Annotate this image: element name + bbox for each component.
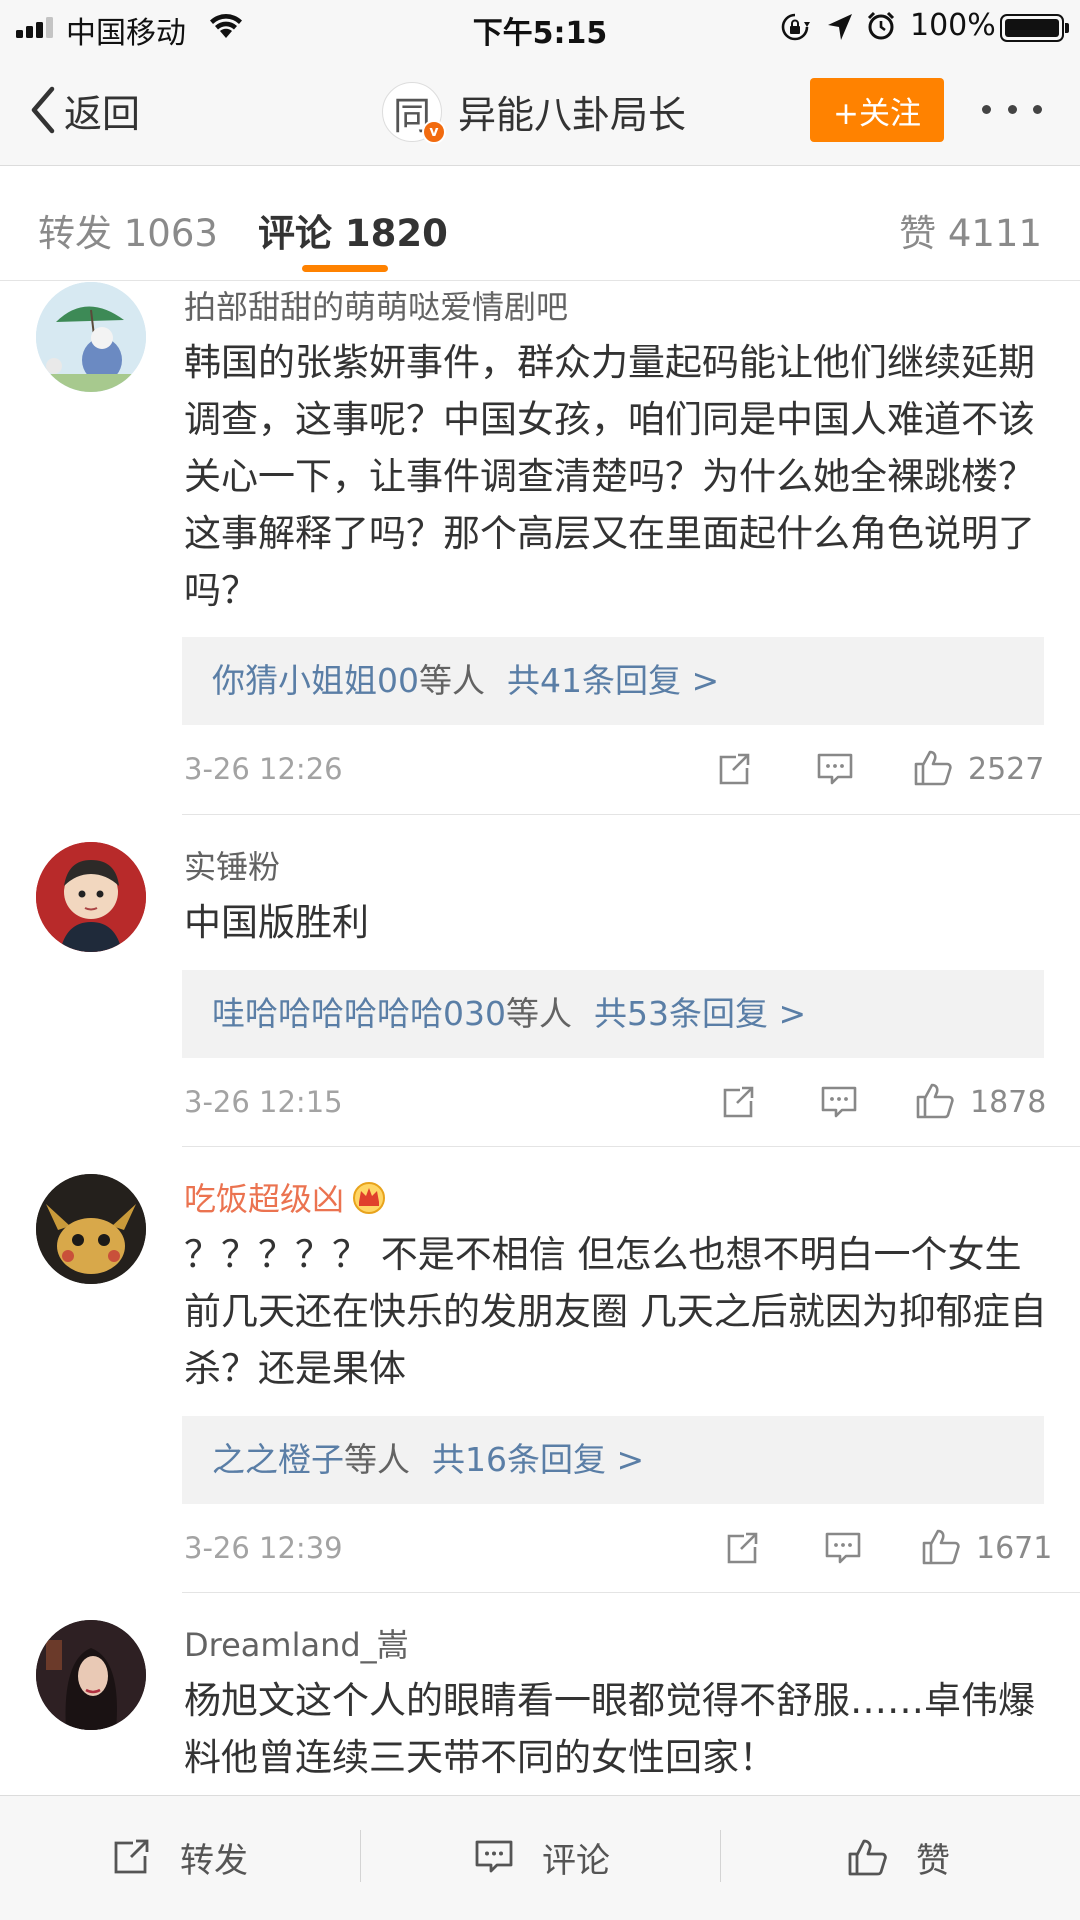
- tab-repost[interactable]: 转发 1063: [38, 203, 218, 257]
- avatar[interactable]: [36, 1174, 146, 1284]
- divider: [720, 1830, 721, 1882]
- account-name[interactable]: 异能八卦局长: [458, 84, 686, 139]
- share-icon[interactable]: [718, 1081, 760, 1123]
- comment-text: 中国版胜利: [184, 901, 369, 944]
- battery-icon: [1000, 14, 1069, 42]
- comment-icon[interactable]: [822, 1527, 864, 1569]
- avatar[interactable]: [36, 1620, 146, 1730]
- comment-icon[interactable]: [818, 1081, 860, 1123]
- comment-username[interactable]: 吃饭超级凶: [184, 1174, 388, 1220]
- like-icon[interactable]: [920, 1525, 962, 1567]
- share-icon[interactable]: [722, 1527, 764, 1569]
- verified-badge-icon: v: [422, 120, 446, 144]
- avatar-image: [36, 282, 146, 392]
- comment-username[interactable]: 拍部甜甜的萌萌哒爱情剧吧: [184, 282, 568, 328]
- like-count: 2527: [968, 752, 1045, 787]
- comment-time: 3-26 12:26: [184, 752, 343, 786]
- share-icon[interactable]: [714, 748, 756, 790]
- alarm-icon: [867, 11, 895, 40]
- location-icon: [828, 14, 852, 40]
- avatar-image: [36, 1174, 146, 1284]
- status-bar: 中国移动 下午5:15 100%: [0, 0, 1080, 54]
- follow-button[interactable]: +关注: [810, 78, 944, 142]
- avatar[interactable]: [36, 842, 146, 952]
- nav-bar: 返回 同 v 异能八卦局长 +关注: [0, 54, 1080, 166]
- comment-label: 评论: [542, 1840, 610, 1881]
- more-icon[interactable]: [982, 94, 1042, 124]
- comment-text: 韩国的张紫妍事件，群众力量起码能让他们继续延期调查，这事呢？中国女孩，咱们同是中…: [184, 341, 1035, 612]
- like-button[interactable]: 赞: [846, 1796, 950, 1918]
- back-label: 返回: [64, 91, 141, 136]
- replies-summary[interactable]: 之之橙子等人 共16条回复 >: [182, 1416, 1044, 1504]
- divider: [360, 1830, 361, 1882]
- like-icon[interactable]: [914, 1079, 956, 1121]
- like-count: 1878: [970, 1085, 1047, 1120]
- comment-username[interactable]: Dreamland_嵩: [184, 1620, 409, 1666]
- comment-time: 3-26 12:39: [184, 1531, 343, 1565]
- divider: [182, 1592, 1080, 1593]
- avatar[interactable]: [36, 282, 146, 392]
- like-count: 1671: [976, 1531, 1053, 1566]
- replies-summary[interactable]: 哇哈哈哈哈哈哈030等人 共53条回复 >: [182, 970, 1044, 1058]
- like-label: 赞: [916, 1840, 950, 1881]
- avatar-image: [36, 842, 146, 952]
- repost-button[interactable]: 转发: [110, 1796, 248, 1918]
- comment-button[interactable]: 评论: [472, 1796, 610, 1918]
- divider: [182, 1146, 1080, 1147]
- comment-username[interactable]: 实锤粉: [184, 842, 280, 888]
- back-button[interactable]: 返回: [26, 80, 140, 140]
- share-icon: [114, 1839, 149, 1874]
- comment-icon[interactable]: [814, 748, 856, 790]
- comment-time: 3-26 12:15: [184, 1085, 343, 1119]
- tab-bar: 转发 1063 评论 1820 赞 4111: [0, 167, 1080, 281]
- comment-icon: [475, 1840, 513, 1873]
- replies-summary[interactable]: 你猜小姐姐00等人 共41条回复 >: [182, 637, 1044, 725]
- crown-badge-icon: [353, 1182, 386, 1214]
- rotation-lock-icon: [781, 13, 810, 41]
- tab-likes[interactable]: 赞 4111: [899, 203, 1042, 257]
- divider: [182, 814, 1080, 815]
- comment-text: ？？？？？ 不是不相信 但怎么也想不明白一个女生前几天还在快乐的发朋友圈 几天之…: [184, 1233, 1047, 1390]
- battery-percent: 100%: [910, 8, 996, 43]
- comment-text: 杨旭文这个人的眼睛看一眼都觉得不舒服……卓伟爆料他曾连续三天带不同的女性回家！: [184, 1679, 1035, 1779]
- like-icon[interactable]: [912, 746, 954, 788]
- repost-label: 转发: [180, 1840, 248, 1881]
- avatar-image: [36, 1620, 146, 1730]
- tab-comments[interactable]: 评论 1820: [258, 203, 448, 257]
- bottom-action-bar: 转发 评论 赞: [0, 1795, 1080, 1920]
- like-icon: [848, 1839, 887, 1876]
- chevron-left-icon: [31, 86, 55, 134]
- active-tab-indicator: [302, 265, 388, 272]
